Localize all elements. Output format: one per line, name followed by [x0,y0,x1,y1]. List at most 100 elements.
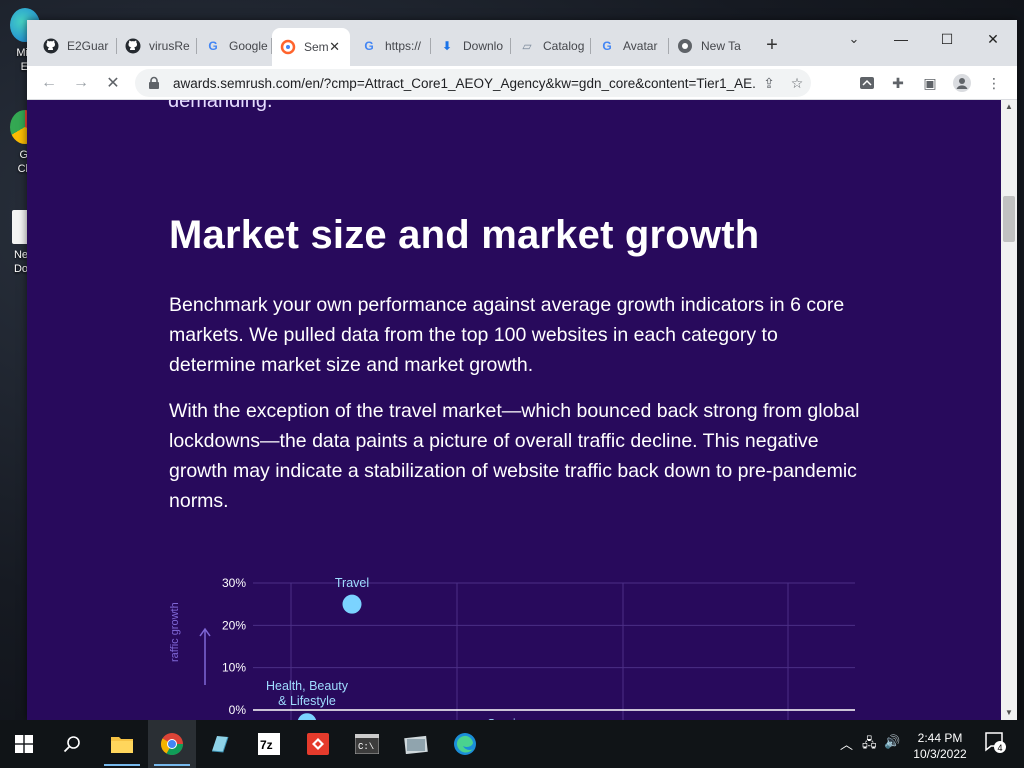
close-window-button[interactable]: ✕ [970,24,1016,54]
taskbar-chrome[interactable] [148,720,196,768]
search-button[interactable] [48,720,96,768]
section-heading: Market size and market growth [169,213,760,257]
tab-semrush[interactable]: Sem ✕ [272,28,350,66]
edge-icon [454,733,476,755]
browser-toolbar: ← → ✕ awards.semrush.com/en/?cmp=Attract… [27,66,1017,100]
extension-icon[interactable] [855,71,879,95]
desktop-icon-label: Mi E [16,47,28,73]
y-tick-label: 30% [222,576,246,590]
svg-text:4: 4 [997,743,1002,753]
tab-label: E2Guar [67,39,109,53]
share-icon[interactable]: ⇪ [755,69,783,97]
clock-time: 2:44 PM [917,731,963,745]
taskbar-clock[interactable]: 2:44 PM 10/3/2022 [905,730,975,762]
tab-label: Google [229,39,268,53]
paragraph-travel-exception: With the exception of the travel market—… [169,400,860,512]
terminal-icon: C:\ [355,734,379,754]
tab-search-chevron-icon[interactable]: ⌄ [841,26,867,52]
taskbar-edge[interactable] [441,720,489,768]
tab-downloads[interactable]: ⬇ Downlo [431,33,511,59]
maximize-button[interactable]: ☐ [924,24,970,54]
minimize-button[interactable]: — [878,24,924,54]
side-panel-icon[interactable]: ▣ [918,71,942,95]
data-label: & Lifestyle [278,694,336,708]
tab-label: virusRe [149,39,190,53]
tab-https[interactable]: G https:// [353,33,431,59]
svg-text:C:\: C:\ [358,742,374,752]
7zip-icon: 7z [258,733,280,755]
taskbar-file-explorer[interactable] [98,720,146,768]
network-icon[interactable]: 🖧 [862,734,877,756]
y-tick-label: 20% [222,618,246,632]
search-icon [63,736,80,753]
desktop-icon-new-document[interactable]: Ne Do [0,210,34,300]
y-tick-label: 0% [229,703,247,717]
tab-avatar[interactable]: G Avatar [591,33,669,59]
show-hidden-icons-chevron-icon[interactable]: ︿ [840,734,853,753]
tab-catalog[interactable]: ▱ Catalog [511,33,591,59]
tab-label: Downlo [463,39,504,53]
extensions-puzzle-icon[interactable]: ✚ [886,71,910,95]
tab-virusre[interactable]: virusRe [117,33,197,59]
page-content: demanding. Market size and market growth… [27,100,1001,720]
new-tab-button[interactable]: + [760,34,784,58]
bookmark-star-icon[interactable]: ☆ [783,69,811,97]
tab-e2guardian[interactable]: E2Guar [35,33,117,59]
market-growth-chart: 30% 20% 10% 0% Travel Health, Beauty & Lifesty… [167,550,867,720]
y-tick-label: 10% [222,661,246,675]
tab-strip: E2Guar virusRe G Google Sem ✕ G https://… [27,20,1017,66]
forward-button[interactable]: → [67,69,95,97]
url-text: awards.semrush.com/en/?cmp=Attract_Core1… [173,75,755,91]
catalog-icon: ▱ [522,39,532,53]
data-point-health-beauty-lifestyle [297,713,317,720]
semrush-icon [280,39,296,55]
desktop-icon-label: G Cl [17,149,28,175]
tab-google[interactable]: G Google [197,33,272,59]
menu-kebab-icon[interactable]: ⋮ [982,71,1006,95]
anydesk-icon [307,733,329,755]
lock-icon [149,76,159,89]
back-button[interactable]: ← [35,69,63,97]
tab-label: https:// [385,39,422,53]
close-tab-icon[interactable]: ✕ [329,39,340,55]
chrome-icon [161,733,183,755]
notification-center-button[interactable]: 4 [984,730,1006,757]
stop-loading-button[interactable]: ✕ [99,69,127,97]
profile-avatar-icon[interactable] [950,71,974,95]
svg-text:7z: 7z [260,738,273,752]
taskbar-photos[interactable] [392,720,440,768]
tab-label: Catalog [543,39,585,53]
scroll-up-arrow-icon[interactable]: ▲ [1001,100,1017,114]
github-icon [43,38,59,54]
desktop-icon-label: Ne Do [13,249,28,275]
file-explorer-icon [111,737,133,753]
desktop-icon-microsoft-edge[interactable]: Mi E [0,8,40,98]
paragraph-benchmark: Benchmark your own performance against a… [169,294,845,376]
google-icon: G [208,39,218,53]
taskbar-7zip[interactable]: 7z [245,720,293,768]
tab-label: New Ta [701,39,741,53]
chart-svg: 30% 20% 10% 0% Travel Health, Beauty& Lifesty… [199,576,855,720]
data-label: Health, Beauty [266,679,349,693]
taskbar-terminal[interactable]: C:\ [343,720,391,768]
data-label: Travel [335,576,369,590]
taskbar-app[interactable] [196,720,244,768]
google-icon: G [364,39,374,53]
start-button[interactable] [0,720,48,768]
windows-logo-icon [15,735,33,753]
app-icon [211,736,229,753]
photos-icon [404,735,428,754]
volume-icon[interactable]: 🔊 [884,734,900,750]
tab-new-tab[interactable]: New Ta [669,33,749,59]
scroll-down-arrow-icon[interactable]: ▼ [1001,706,1017,720]
y-axis-caption: raffic growth [169,602,181,662]
previous-paragraph-fragment: demanding. [168,100,273,112]
page-scrollbar[interactable]: ▲ ▼ [1001,100,1017,720]
tab-label: Sem [304,40,329,54]
taskbar-anydesk[interactable] [294,720,342,768]
github-icon [125,38,141,54]
google-icon: G [602,39,612,53]
scrollbar-thumb[interactable] [1003,196,1015,242]
desktop-icon-google-chrome[interactable]: G Cl [0,110,40,200]
address-bar[interactable]: awards.semrush.com/en/?cmp=Attract_Core1… [135,69,811,97]
